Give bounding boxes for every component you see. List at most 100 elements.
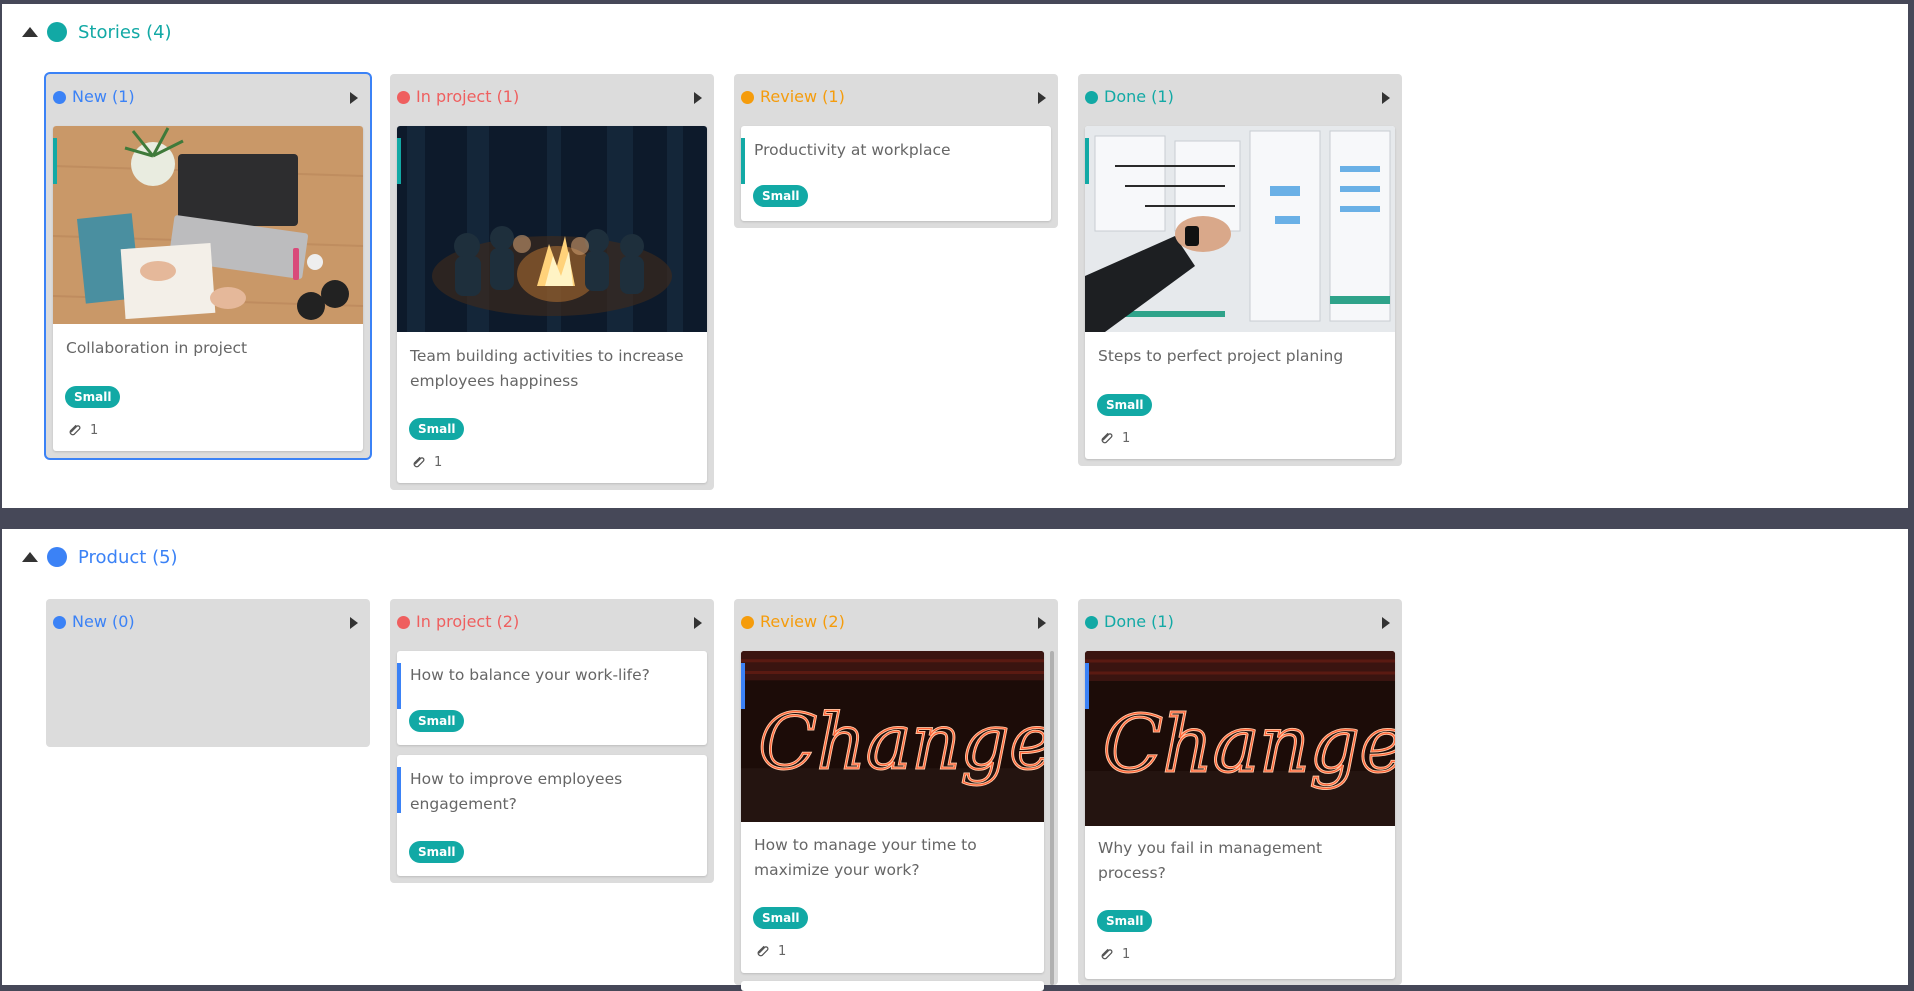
- group-title: Stories (4): [78, 21, 172, 43]
- column-header: Done (1): [1078, 74, 1402, 118]
- size-tag: Small: [65, 386, 121, 408]
- paperclip-icon: [69, 424, 81, 436]
- column-new[interactable]: New (1) Collaboration in project Small 1: [46, 74, 370, 458]
- column-header: New (1): [46, 74, 370, 118]
- attachment-count-value: 1: [778, 943, 787, 959]
- card-partial[interactable]: [741, 981, 1044, 991]
- triangle-right-icon[interactable]: [1038, 617, 1046, 629]
- card-productivity[interactable]: Productivity at workplace Small: [741, 126, 1051, 221]
- column-status-dot: [53, 616, 66, 629]
- card-project-planning[interactable]: Steps to perfect project planing Small 1: [1085, 126, 1395, 459]
- card-collaboration[interactable]: Collaboration in project Small 1: [53, 126, 363, 451]
- triangle-right-icon[interactable]: [1038, 92, 1046, 104]
- triangle-right-icon[interactable]: [350, 617, 358, 629]
- group-color-dot: [47, 22, 67, 42]
- attachment-count-value: 1: [1122, 430, 1131, 446]
- column-header: In project (2): [390, 599, 714, 643]
- card-image: [53, 126, 363, 324]
- column-title: New (0): [72, 612, 135, 631]
- triangle-right-icon[interactable]: [1382, 92, 1390, 104]
- card-team-building[interactable]: Team building activities to increase emp…: [397, 126, 707, 483]
- group-color-dot: [47, 547, 67, 567]
- card-title: How to manage your time to maximize your…: [754, 836, 977, 879]
- paperclip-icon: [757, 945, 769, 957]
- column-status-dot: [397, 91, 410, 104]
- size-tag: Small: [1097, 394, 1153, 416]
- card-image: [1085, 651, 1395, 826]
- attachment-count: 1: [1098, 945, 1130, 963]
- group-product: Product (5) New (0) In project (2) How t…: [2, 529, 1908, 991]
- column-header: New (0): [46, 599, 370, 643]
- card-title: Team building activities to increase emp…: [410, 347, 684, 390]
- column-title: Done (1): [1104, 87, 1174, 106]
- card-color-stripe: [741, 138, 745, 184]
- card-fail-management[interactable]: Why you fail in management process? Smal…: [1085, 651, 1395, 979]
- paperclip-icon: [1101, 948, 1113, 960]
- card-color-stripe: [397, 663, 401, 709]
- card-color-stripe: [741, 663, 745, 709]
- column-title: Review (1): [760, 87, 845, 106]
- card-color-stripe: [397, 138, 401, 184]
- column-status-dot: [397, 616, 410, 629]
- size-tag: Small: [409, 841, 465, 863]
- card-color-stripe: [397, 767, 401, 813]
- column-status-dot: [741, 616, 754, 629]
- column-header: Review (1): [734, 74, 1058, 118]
- column-review[interactable]: Review (1) Productivity at workplace Sma…: [734, 74, 1058, 228]
- size-tag: Small: [753, 907, 809, 929]
- triangle-right-icon[interactable]: [350, 92, 358, 104]
- triangle-right-icon[interactable]: [694, 92, 702, 104]
- column-status-dot: [1085, 616, 1098, 629]
- attachment-count-value: 1: [90, 422, 99, 438]
- attachment-count: 1: [1098, 429, 1130, 447]
- card-title: Collaboration in project: [66, 339, 248, 357]
- group-title: Product (5): [78, 546, 178, 568]
- size-tag: Small: [409, 418, 465, 440]
- column-scrollbar[interactable]: [1050, 651, 1054, 985]
- column-title: Review (2): [760, 612, 845, 631]
- card-image: [397, 126, 707, 332]
- attachment-count: 1: [754, 942, 786, 960]
- column-title: Done (1): [1104, 612, 1174, 631]
- column-done[interactable]: Done (1) Why you fail in management proc…: [1078, 599, 1402, 985]
- card-image: [741, 651, 1044, 822]
- column-header: Done (1): [1078, 599, 1402, 643]
- triangle-up-icon[interactable]: [22, 27, 38, 37]
- paperclip-icon: [1101, 432, 1113, 444]
- column-in-project[interactable]: In project (2) How to balance your work-…: [390, 599, 714, 883]
- size-tag: Small: [1097, 910, 1153, 932]
- column-header: Review (2): [734, 599, 1058, 643]
- column-done[interactable]: Done (1) Steps to perfect project planin…: [1078, 74, 1402, 466]
- card-title: How to improve employees engagement?: [410, 770, 623, 813]
- card-title: Why you fail in management process?: [1098, 839, 1323, 882]
- card-manage-time[interactable]: How to manage your time to maximize your…: [741, 651, 1044, 973]
- triangle-right-icon[interactable]: [1382, 617, 1390, 629]
- card-title: Productivity at workplace: [754, 141, 951, 159]
- card-engagement[interactable]: How to improve employees engagement? Sma…: [397, 755, 707, 876]
- card-title: Steps to perfect project planing: [1098, 347, 1344, 365]
- paperclip-icon: [413, 456, 425, 468]
- size-tag: Small: [753, 185, 809, 207]
- attachment-count: 1: [410, 453, 442, 471]
- column-status-dot: [1085, 91, 1098, 104]
- column-in-project[interactable]: In project (1) Team building activities …: [390, 74, 714, 490]
- card-image: [1085, 126, 1395, 332]
- card-color-stripe: [1085, 138, 1089, 184]
- group-header: Product (5): [2, 529, 1908, 585]
- triangle-up-icon[interactable]: [22, 552, 38, 562]
- card-work-life[interactable]: How to balance your work-life? Small: [397, 651, 707, 745]
- column-header: In project (1): [390, 74, 714, 118]
- attachment-count-value: 1: [1122, 946, 1131, 962]
- column-title: In project (2): [416, 612, 520, 631]
- group-header: Stories (4): [2, 4, 1908, 60]
- column-title: In project (1): [416, 87, 520, 106]
- column-title: New (1): [72, 87, 135, 106]
- card-color-stripe: [53, 138, 57, 184]
- size-tag: Small: [409, 710, 465, 732]
- column-status-dot: [741, 91, 754, 104]
- attachment-count-value: 1: [434, 454, 443, 470]
- card-color-stripe: [1085, 663, 1089, 709]
- column-new[interactable]: New (0): [46, 599, 370, 747]
- triangle-right-icon[interactable]: [694, 617, 702, 629]
- column-review[interactable]: Review (2) How to manage your time to ma…: [734, 599, 1058, 991]
